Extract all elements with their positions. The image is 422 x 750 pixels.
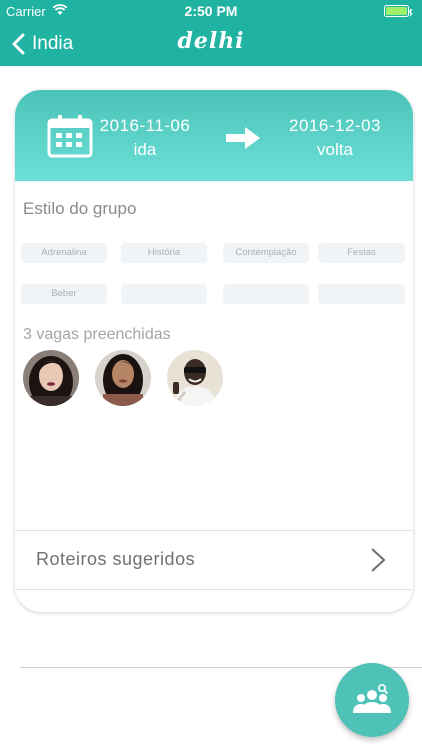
tag-chip[interactable]: Contemplação	[223, 243, 309, 263]
filled-spots-title: 3 vagas preenchidas	[23, 326, 171, 343]
departure-date[interactable]: 2016-11-06 ida	[85, 116, 205, 160]
status-bar: Carrier 2:50 PM	[0, 0, 422, 22]
avatar-woman-dark-hair-icon	[23, 350, 79, 406]
trip-card: 2016-11-06 ida 2016-12-03 volta Estilo d…	[15, 90, 413, 612]
battery-icon	[384, 5, 413, 17]
divider	[15, 589, 413, 590]
group-search-icon	[353, 683, 391, 713]
avatar-man-sunglasses-icon	[167, 350, 223, 406]
tag-chip[interactable]	[318, 284, 405, 304]
departure-date-value: 2016-11-06	[99, 116, 191, 135]
clock: 2:50 PM	[184, 3, 238, 19]
tag-chip[interactable]: Festas	[318, 243, 405, 263]
avatar[interactable]	[167, 350, 223, 406]
chevron-right-icon	[371, 548, 386, 572]
page-title: delhi	[177, 28, 245, 54]
avatar-woman-long-hair-icon	[95, 350, 151, 406]
arrow-right-icon	[226, 127, 260, 149]
tag-chip[interactable]: Beber	[21, 284, 107, 304]
suggested-itineraries-row[interactable]: Roteiros sugeridos	[15, 531, 413, 588]
departure-label: ida	[133, 140, 157, 159]
navigation-bar: India delhi	[0, 22, 422, 66]
tag-chip[interactable]: Adrenalina	[21, 243, 107, 263]
find-group-button[interactable]	[335, 663, 409, 737]
tag-chip[interactable]: História	[121, 243, 207, 263]
return-date[interactable]: 2016-12-03 volta	[275, 116, 395, 160]
return-date-value: 2016-12-03	[289, 116, 381, 135]
return-label: volta	[317, 140, 353, 159]
trip-dates-header: 2016-11-06 ida 2016-12-03 volta	[15, 90, 413, 181]
tag-chip[interactable]	[121, 284, 207, 304]
group-style-title: Estilo do grupo	[23, 199, 137, 218]
avatar[interactable]	[23, 350, 79, 406]
tag-chip[interactable]	[223, 284, 309, 304]
suggested-itineraries-label: Roteiros sugeridos	[36, 549, 196, 569]
avatar[interactable]	[95, 350, 151, 406]
